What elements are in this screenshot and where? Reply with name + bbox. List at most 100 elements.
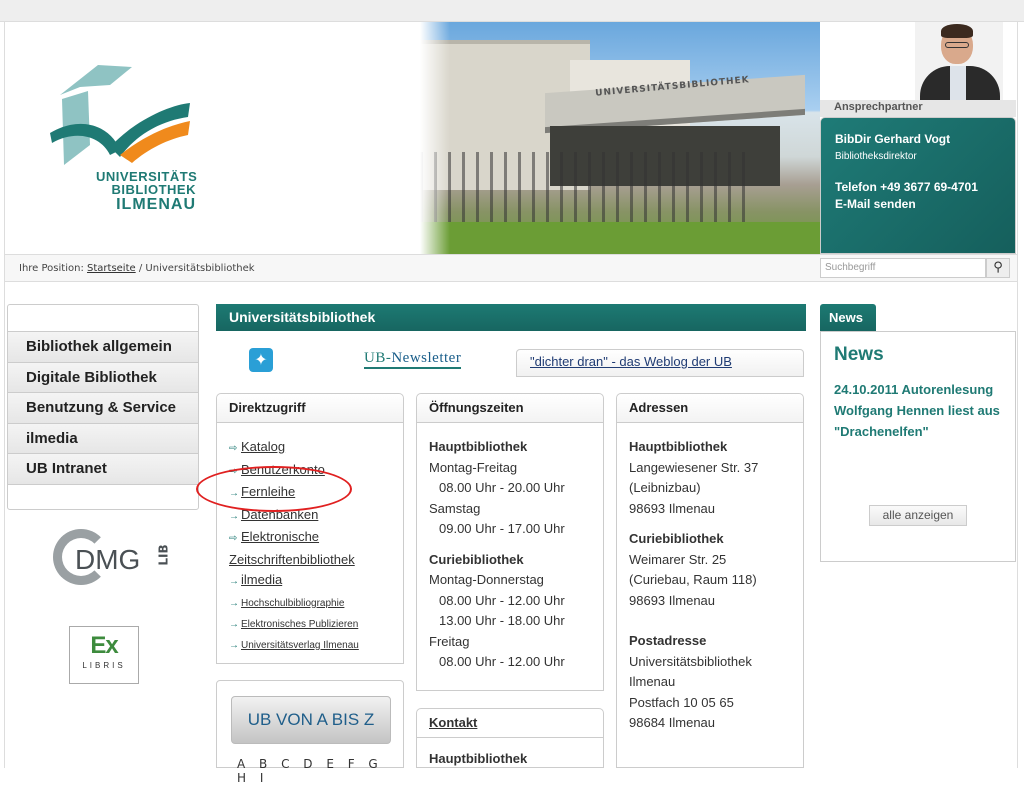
library-photo: UNIVERSITÄTSBIBLIOTHEK [420, 22, 820, 254]
dmg-lib-text: LIB [156, 544, 171, 566]
address-curie-line-1: Weimarer Str. 25 [629, 551, 727, 567]
weblog-link[interactable]: "dichter dran" - das Weblog der UB [516, 349, 804, 377]
adressen-title: Adressen [617, 394, 803, 423]
direktzugriff-link-label: Universitätsverlag Ilmenau [241, 639, 359, 651]
direktzugriff-link-label: Elektronisches Publizieren [241, 618, 359, 630]
direktzugriff-link-1[interactable]: ⇨ Benutzerkonto [229, 460, 403, 483]
address-haupt-line-2: (Leibnizbau) [629, 480, 701, 495]
hours-haupt-time-2: 09.00 Uhr - 17.00 Uhr [439, 521, 565, 536]
direktzugriff-link-label: Elektronische Zeitschriftenbibliothek [229, 529, 355, 567]
newsletter-link[interactable]: UB-Newsletter [364, 350, 462, 369]
breadcrumb-prefix: Ihre Position: [19, 263, 84, 274]
browser-top-bar [0, 0, 1024, 22]
portrait-hair [941, 24, 973, 38]
address-post-line-1: Universitätsbibliothek [629, 653, 752, 669]
news-title: News [834, 344, 884, 365]
ub-logo-text[interactable]: UNIVERSITÄTS BIBLIOTHEK ILMENAU [96, 170, 197, 213]
sidebar-item-digitale-bibliothek[interactable]: Digitale Bibliothek [8, 361, 198, 392]
address-haupt-line-1: Langewiesener Str. 37 [629, 459, 759, 475]
hours-curie-days-1: Montag-Donnerstag [429, 572, 544, 587]
exlibris-logo[interactable]: Ex LIBRIS [69, 626, 139, 684]
ub-a-z-button[interactable]: UB VON A BIS Z [231, 696, 391, 744]
logo-line-3: ILMENAU [116, 196, 196, 213]
exlibris-ex: Ex [90, 632, 118, 659]
address-haupt-line-3: 98693 Ilmenau [629, 500, 716, 516]
contact-email-link[interactable]: E-Mail senden [835, 197, 1015, 211]
sidebar-item-bibliothek-allgemein[interactable]: Bibliothek allgemein [8, 331, 198, 362]
direktzugriff-link-0[interactable]: ⇨ Katalog [229, 437, 403, 460]
sidebar-item-ilmedia[interactable]: ilmedia [8, 422, 198, 453]
direktzugriff-link-3[interactable]: → Datenbanken [229, 505, 403, 528]
direktzugriff-links: ⇨ Katalog ⇨ Benutzerkonto → Fernleihe → Datenba… [217, 423, 403, 656]
oeffnungszeiten-box: Öffnungszeiten Hauptbibliothek Montag-Fr… [416, 393, 604, 691]
portrait-glasses [945, 42, 969, 48]
direktzugriff-link-label: Katalog [241, 439, 286, 454]
address-post-heading: Postadresse [629, 633, 707, 648]
direktzugriff-link-label: ilmedia [241, 572, 283, 587]
address-haupt-heading: Hauptbibliothek [629, 439, 728, 454]
kontakt-first: Hauptbibliothek [429, 751, 528, 766]
address-post-line-3: Postfach 10 05 65 [629, 694, 734, 710]
sidebar-item-benutzung-service[interactable]: Benutzung & Service [8, 392, 198, 423]
hours-curie-time-3: 08.00 Uhr - 12.00 Uhr [439, 654, 565, 669]
address-gap-1 [629, 519, 803, 529]
newsletter-label: Newsletter [391, 350, 462, 366]
contact-label: Ansprechpartner [820, 100, 1016, 117]
login-arrow-icon: ⇨ [229, 533, 238, 544]
hours-curie-heading: Curiebibliothek [429, 551, 524, 567]
direktzugriff-link-5[interactable]: → ilmedia [229, 570, 403, 593]
contact-role: Bibliotheksdirektor [835, 151, 917, 162]
ub-a-z-box: UB VON A BIS Z A B C D E F G H I [216, 680, 404, 785]
address-gap-2 [629, 611, 803, 631]
login-arrow-icon: ⇨ [229, 443, 238, 454]
twitter-icon[interactable]: ✦ [249, 348, 273, 372]
sidebar-top [8, 305, 198, 331]
hours-curie-time-2: 13.00 Uhr - 18.00 Uhr [439, 613, 565, 628]
search-input[interactable]: Suchbegriff [820, 258, 986, 278]
news-item-link[interactable]: 24.10.2011 Autorenlesung Wolfgang Hennen… [834, 379, 1009, 442]
arrow-icon: → [229, 597, 239, 609]
photo-fade [420, 22, 450, 254]
direktzugriff-title: Direktzugriff [217, 394, 403, 423]
photo-grass [420, 222, 820, 254]
contact-name: BibDir Gerhard Vogt [835, 132, 951, 146]
dmg-lib-logo[interactable]: DMG LIB [7, 526, 201, 598]
sidebar-item-ub-intranet[interactable]: UB Intranet [8, 453, 198, 484]
kontakt-link[interactable]: Kontakt [429, 715, 477, 730]
breadcrumb-home-link[interactable]: Startseite [87, 263, 136, 274]
direktzugriff-link-4[interactable]: ⇨ Elektronische Zeitschriftenbibliothek [229, 527, 403, 570]
contact-phone: Telefon +49 3677 69-4701 [835, 180, 978, 194]
direktzugriff-link-8[interactable]: → Universitätsverlag Ilmenau [229, 635, 403, 656]
news-tab[interactable]: News [820, 304, 876, 331]
kontakt-header: Kontakt [417, 709, 603, 738]
sidebar-nav: Bibliothek allgemein Digitale Bibliothek… [7, 304, 199, 510]
direktzugriff-link-6[interactable]: → Hochschulbibliographie [229, 593, 403, 614]
direktzugriff-link-label: Hochschulbibliographie [241, 597, 345, 609]
direktzugriff-link-label: Benutzerkonto [241, 461, 325, 477]
address-post-line-2: Ilmenau [629, 674, 676, 689]
contact-box: BibDir Gerhard Vogt Bibliotheksdirektor … [820, 117, 1016, 254]
address-post-line-4: 98684 Ilmenau [629, 715, 716, 730]
logo-line-2: BIBLIOTHEK [111, 182, 196, 197]
kontakt-box: Kontakt Hauptbibliothek [416, 708, 604, 768]
hours-haupt-days-1: Montag-Freitag [429, 459, 518, 475]
breadcrumb-separator: / [138, 263, 143, 274]
hours-haupt-heading: Hauptbibliothek [429, 439, 528, 454]
page-title: Universitätsbibliothek [216, 304, 806, 331]
direktzugriff-link-2[interactable]: → Fernleihe [229, 482, 403, 505]
ub-a-z-letters[interactable]: A B C D E F G H I [237, 757, 403, 785]
portrait-shirt [950, 66, 966, 100]
search-button[interactable]: ⚲ [986, 258, 1010, 278]
oeffnungszeiten-title: Öffnungszeiten [417, 394, 603, 423]
arrow-icon: → [229, 639, 239, 651]
weblog-label: "dichter dran" - das Weblog der UB [530, 354, 732, 369]
login-arrow-icon: ⇨ [229, 465, 238, 477]
contact-panel: Ansprechpartner BibDir Gerhard Vogt Bibl… [820, 22, 1016, 254]
arrow-icon: → [229, 488, 239, 499]
news-all-button[interactable]: alle anzeigen [869, 505, 967, 526]
dmg-text: DMG [75, 544, 141, 575]
address-curie-heading: Curiebibliothek [629, 531, 724, 546]
direktzugriff-link-7[interactable]: → Elektronisches Publizieren [229, 614, 403, 635]
oeffnungszeiten-body: Hauptbibliothek Montag-Freitag 08.00 Uhr… [417, 423, 603, 673]
newsletter-prefix: UB- [364, 350, 392, 366]
